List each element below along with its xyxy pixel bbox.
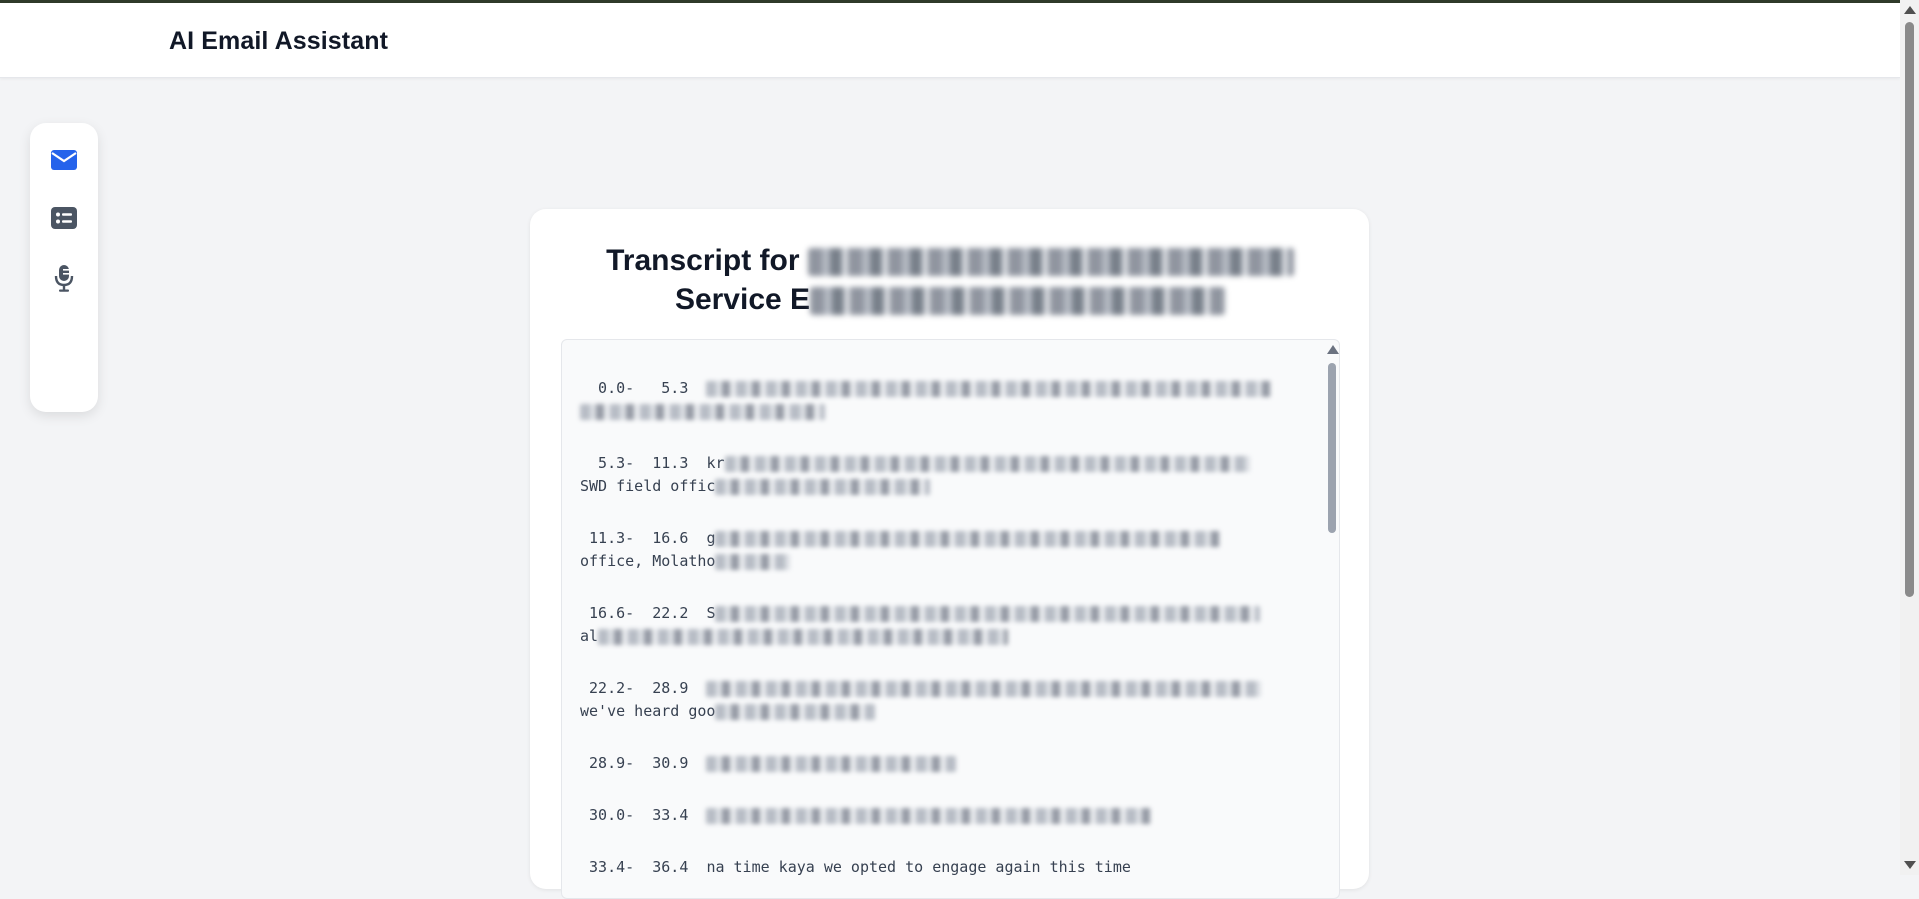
redacted-text — [580, 403, 825, 420]
app-header: AI Email Assistant — [0, 3, 1900, 78]
transcript-segment: 30.0- 33.4 — [580, 804, 1310, 827]
redacted-text — [715, 478, 931, 495]
redacted-title-part — [807, 248, 1294, 277]
segment-text-cont: office, Molatho — [580, 552, 716, 570]
segment-timestamp: 28.9- 30.9 — [580, 754, 689, 772]
segment-text: S — [706, 604, 716, 622]
transcript-title: Transcript for Service E — [570, 241, 1330, 319]
redacted-text — [715, 553, 791, 570]
list-icon — [51, 207, 77, 229]
scroll-up-arrow-icon[interactable] — [1904, 6, 1916, 14]
segment-text: na time kaya we opted to engage again th… — [706, 858, 1131, 876]
segment-timestamp: 33.4- 36.4 — [580, 858, 689, 876]
transcript-box[interactable]: 0.0- 5.3 5.3- 11.3 kr SWD field offic 11… — [561, 339, 1340, 899]
redacted-text — [706, 380, 1272, 397]
segment-timestamp: 22.2- 28.9 — [580, 679, 689, 697]
microphone-icon — [54, 265, 74, 292]
envelope-icon — [51, 150, 77, 170]
transcript-title-prefix: Transcript for — [606, 244, 800, 277]
segment-timestamp: 16.6- 22.2 — [580, 604, 689, 622]
redacted-text — [706, 755, 957, 772]
sidebar — [30, 123, 98, 412]
transcript-segment: 0.0- 5.3 — [580, 377, 1310, 423]
transcript-segment: 16.6- 22.2 S al — [580, 602, 1310, 648]
segment-timestamp: 0.0- 5.3 — [580, 379, 689, 397]
transcript-title-line2-prefix: Service E — [674, 283, 811, 316]
sidebar-item-email[interactable] — [49, 145, 79, 175]
redacted-text — [598, 628, 1009, 645]
sidebar-item-transcribe[interactable] — [49, 263, 79, 293]
transcript-segment: 28.9- 30.9 — [580, 752, 1310, 775]
segment-timestamp: 11.3- 16.6 — [580, 529, 689, 547]
redacted-text — [715, 605, 1261, 622]
sidebar-item-list[interactable] — [49, 203, 79, 233]
page-scrollbar-thumb[interactable] — [1905, 22, 1914, 597]
transcript-segment: 5.3- 11.3 kr SWD field offic — [580, 452, 1310, 498]
transcript-scrollbar-thumb[interactable] — [1328, 363, 1336, 533]
page-scrollbar[interactable] — [1900, 0, 1919, 875]
transcript-content: 0.0- 5.3 5.3- 11.3 kr SWD field offic 11… — [580, 377, 1310, 898]
scroll-up-arrow-icon[interactable] — [1327, 345, 1339, 354]
segment-timestamp: 5.3- 11.3 — [580, 454, 689, 472]
segment-text-cont: al — [580, 627, 599, 645]
transcript-scrollbar[interactable] — [1326, 343, 1339, 898]
transcript-card: Transcript for Service E 0.0- 5.3 5.3- 1… — [530, 209, 1369, 899]
segment-text-cont: we've heard goo — [580, 702, 716, 720]
transcript-segment: 11.3- 16.6 g office, Molatho — [580, 527, 1310, 573]
segment-text-cont: SWD field offic — [580, 477, 716, 495]
redacted-text — [724, 455, 1250, 472]
app-title: AI Email Assistant — [169, 27, 388, 55]
transcript-segment: 22.2- 28.9 we've heard goo — [580, 677, 1310, 723]
redacted-text — [706, 807, 1152, 824]
segment-timestamp: 30.0- 33.4 — [580, 806, 689, 824]
scroll-down-arrow-icon[interactable] — [1904, 861, 1916, 869]
redacted-text — [706, 680, 1262, 697]
redacted-text — [715, 530, 1221, 547]
transcript-segment: 33.4- 36.4 na time kaya we opted to enga… — [580, 856, 1310, 879]
redacted-title-part — [810, 287, 1226, 316]
segment-text: g — [706, 529, 716, 547]
redacted-text — [715, 703, 876, 720]
segment-text: kr — [706, 454, 725, 472]
